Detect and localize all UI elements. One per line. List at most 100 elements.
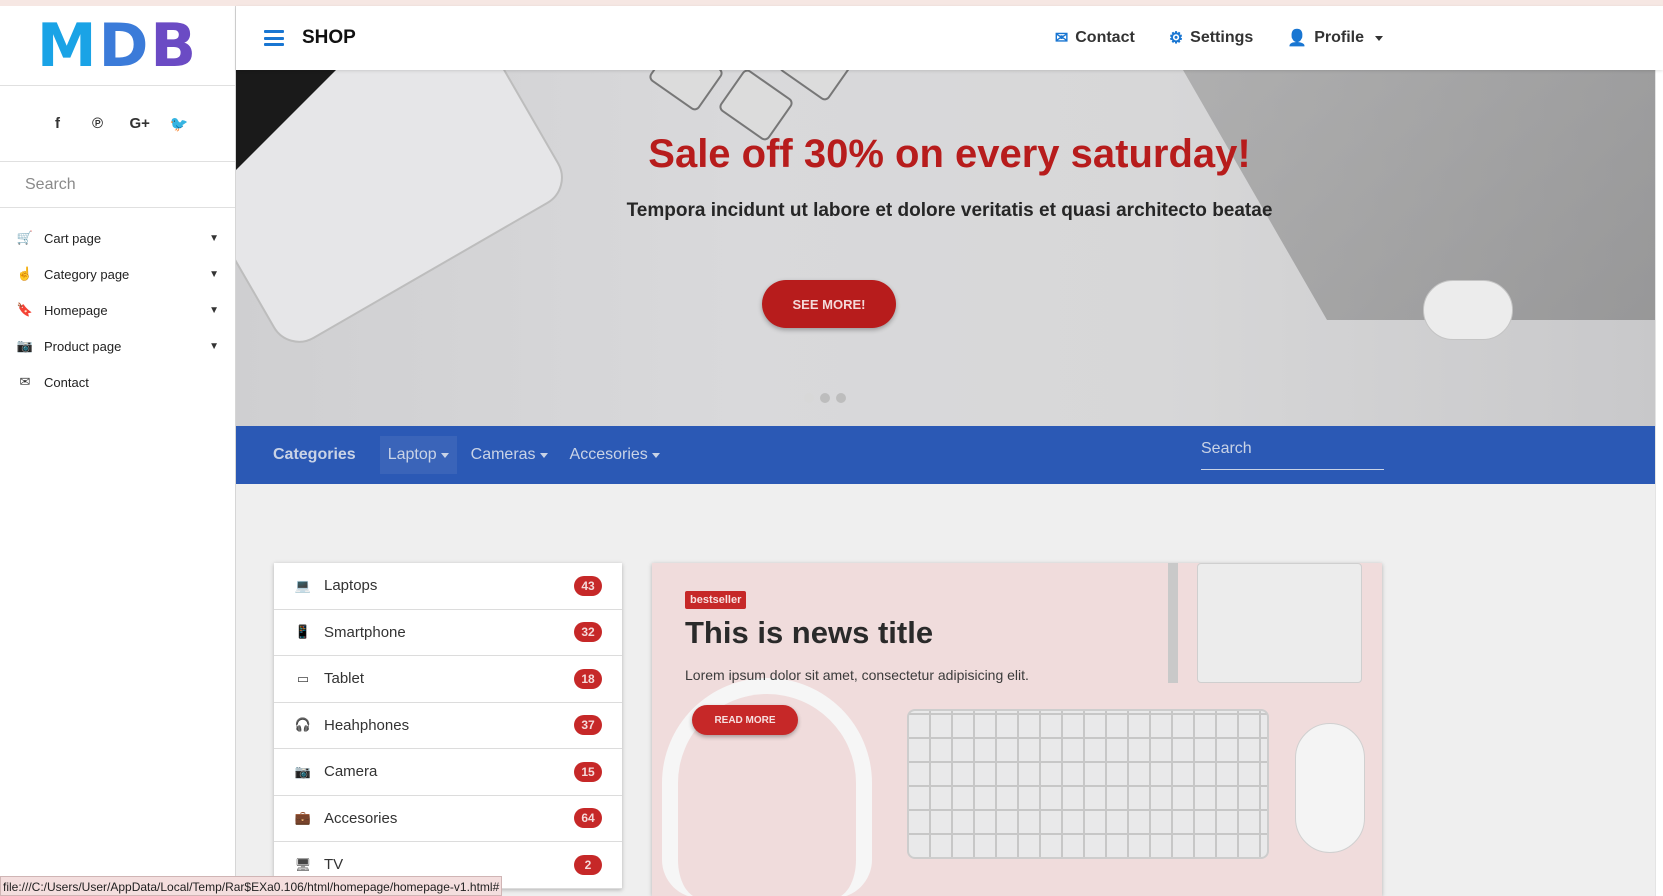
top-navbar: SHOP ✉ Contact ⚙ Settings 👤 Profile: [236, 6, 1663, 70]
user-icon: 👤: [1287, 30, 1308, 47]
keyboard-image: [907, 709, 1269, 859]
list-item-label: Laptops: [324, 577, 378, 595]
category-list: 💻 Laptops 43 📱 Smartphone 32 ▭ Tablet 18…: [274, 563, 622, 889]
read-more-button[interactable]: READ MORE: [692, 705, 798, 735]
count-badge: 64: [574, 808, 602, 829]
earbud-image: [1423, 280, 1513, 340]
category-navbar: Categories Laptop Cameras Accesories: [236, 426, 1663, 484]
hero-subtitle: Tempora incidunt ut labore et dolore ver…: [626, 200, 1273, 221]
tablet-icon: ▭: [296, 670, 310, 686]
list-item[interactable]: 📷 Camera 15: [274, 749, 622, 796]
list-item-label: Accesories: [324, 809, 398, 827]
list-item-label: Tablet: [324, 670, 365, 688]
nav-profile-dropdown[interactable]: 👤 Profile: [1287, 28, 1383, 48]
categories-title[interactable]: Categories: [273, 446, 356, 464]
news-title: This is news title: [685, 615, 934, 650]
count-badge: 2: [574, 854, 602, 875]
sidebar-item-label: Category page: [44, 266, 130, 282]
pen-image: [1168, 563, 1178, 683]
pinterest-icon[interactable]: ℗: [90, 115, 106, 132]
news-card: bestseller This is news title Lorem ipsu…: [652, 563, 1382, 896]
cart-icon: 🛒: [16, 230, 34, 245]
logo-area[interactable]: MDB: [0, 6, 235, 86]
chevron-down-icon[interactable]: ▼: [209, 341, 219, 352]
caret-down-icon: [1375, 35, 1383, 41]
sidebar: MDB f ℗ G+ 🐦 🛒 Cart page ▼ ☝ Category pa…: [0, 6, 236, 896]
laptop-icon: 💻: [294, 577, 312, 593]
caret-down-icon: [440, 452, 449, 458]
count-badge: 37: [574, 715, 602, 736]
headphones-icon: 🎧: [294, 717, 312, 733]
category-search-input[interactable]: [1201, 440, 1384, 458]
sidebar-item-contact[interactable]: ✉ Contact: [0, 364, 235, 400]
carousel-indicators: [804, 393, 846, 403]
sidebar-item-cart-page[interactable]: 🛒 Cart page ▼: [0, 220, 235, 256]
chevron-down-icon[interactable]: ▼: [209, 269, 219, 280]
list-item[interactable]: ▭ Tablet 18: [274, 656, 622, 703]
envelope-icon: ✉: [1054, 30, 1069, 47]
facebook-icon[interactable]: f: [50, 115, 66, 132]
bookmark-icon: 🔖: [16, 302, 34, 317]
sidebar-item-label: Contact: [44, 374, 89, 390]
sidebar-item-product-page[interactable]: 📷 Product page ▼: [0, 328, 235, 364]
category-dropdown-laptop[interactable]: Laptop: [379, 436, 457, 474]
notebook-image: [1197, 563, 1362, 683]
category-search: [1201, 440, 1384, 470]
hand-pointer-icon: ☝: [16, 266, 34, 281]
sidebar-item-label: Homepage: [44, 302, 108, 318]
list-item[interactable]: 💼 Accesories 64: [274, 796, 622, 842]
nav-settings-label: Settings: [1190, 29, 1254, 46]
envelope-icon: ✉: [19, 374, 31, 389]
carousel-dot[interactable]: [804, 393, 814, 403]
list-item[interactable]: 📱 Smartphone 32: [274, 610, 622, 656]
fabric-image: [1183, 70, 1663, 320]
hamburger-menu-icon[interactable]: [264, 30, 284, 46]
suitcase-icon: 💼: [294, 810, 312, 826]
camera-retro-icon: 📷: [16, 338, 34, 353]
social-links: f ℗ G+ 🐦: [0, 86, 235, 162]
chevron-down-icon[interactable]: ▼: [209, 305, 219, 316]
sidebar-item-homepage[interactable]: 🔖 Homepage ▼: [0, 292, 235, 328]
sidebar-menu: 🛒 Cart page ▼ ☝ Category page ▼ 🔖 Homepa…: [0, 220, 235, 400]
count-badge: 15: [574, 761, 602, 782]
page-title: SHOP: [302, 27, 356, 48]
hero-title: Sale off 30% on every saturday!: [648, 132, 1251, 176]
sidebar-item-category-page[interactable]: ☝ Category page ▼: [0, 256, 235, 292]
twitter-icon[interactable]: 🐦: [170, 115, 189, 133]
mouse-image: [1295, 723, 1365, 853]
list-item-label: TV: [324, 856, 344, 874]
main-content: 💻 Laptops 43 📱 Smartphone 32 ▭ Tablet 18…: [236, 484, 1663, 896]
nav-contact-label: Contact: [1075, 29, 1135, 46]
gear-icon: ⚙: [1168, 30, 1184, 47]
tv-icon: 🖥: [294, 856, 312, 872]
nav-settings[interactable]: ⚙ Settings: [1169, 28, 1253, 48]
scrollbar[interactable]: [1655, 6, 1663, 896]
sidebar-search: [0, 162, 235, 208]
google-plus-icon[interactable]: G+: [130, 115, 150, 132]
sidebar-search-input[interactable]: [25, 175, 215, 194]
mobile-icon: 📱: [294, 624, 312, 640]
header-nav: ✉ Contact ⚙ Settings 👤 Profile: [1055, 28, 1383, 48]
see-more-button[interactable]: SEE MORE!: [762, 280, 896, 328]
chevron-down-icon[interactable]: ▼: [209, 233, 219, 244]
mdb-logo[interactable]: MDB: [37, 11, 198, 81]
camera-icon: 📷: [294, 763, 312, 779]
nav-contact[interactable]: ✉ Contact: [1055, 28, 1135, 48]
list-item[interactable]: 💻 Laptops 43: [274, 563, 622, 610]
bestseller-badge: bestseller: [685, 591, 747, 609]
category-dropdown-cameras[interactable]: Cameras: [463, 436, 556, 474]
browser-status-bar: file:///C:/Users/User/AppData/Local/Temp…: [0, 876, 503, 896]
category-dropdown-accesories[interactable]: Accesories: [562, 436, 668, 474]
caret-down-icon: [651, 452, 660, 458]
list-item-label: Camera: [324, 763, 378, 781]
count-badge: 43: [574, 575, 602, 596]
list-item[interactable]: 🎧 Heahphones 37: [274, 703, 622, 749]
list-item-label: Heahphones: [324, 716, 410, 734]
sidebar-item-label: Cart page: [44, 230, 102, 246]
carousel-dot[interactable]: [836, 393, 846, 403]
news-text: Lorem ipsum dolor sit amet, consectetur …: [685, 667, 1029, 683]
count-badge: 18: [574, 668, 602, 689]
carousel-dot[interactable]: [820, 393, 830, 403]
list-item-label: Smartphone: [324, 623, 406, 641]
hero-carousel: Sale off 30% on every saturday! Tempora …: [236, 70, 1663, 426]
